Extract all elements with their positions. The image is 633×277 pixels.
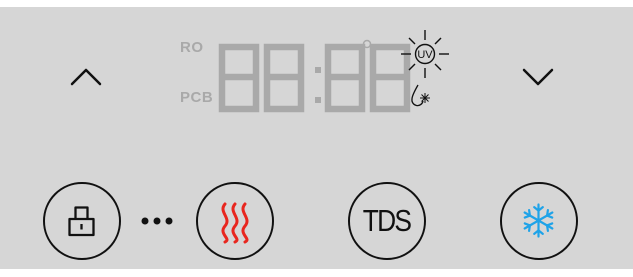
tds-button[interactable]: TDS	[348, 182, 426, 260]
child-lock-button[interactable]	[43, 182, 121, 260]
chevron-up-icon	[70, 68, 102, 86]
digit-1	[218, 43, 260, 113]
child-lock-icon	[68, 206, 95, 237]
down-button[interactable]	[518, 62, 558, 92]
digits: UV	[218, 30, 449, 113]
chevron-down-icon	[522, 68, 554, 86]
digit-4	[369, 43, 411, 113]
digit-3	[324, 43, 366, 113]
colon	[315, 67, 321, 103]
up-button[interactable]	[66, 62, 106, 92]
dots-separator	[141, 217, 173, 225]
digit-2	[263, 43, 305, 113]
svg-text:UV: UV	[417, 49, 433, 61]
snowflake-icon	[523, 203, 554, 238]
tds-label: TDS	[362, 203, 412, 238]
heat-button[interactable]	[196, 182, 274, 260]
water-drop-icon	[411, 84, 430, 107]
control-panel: RO PCB UV TDS	[0, 0, 633, 277]
cold-button[interactable]	[500, 182, 578, 260]
heat-waves-icon	[221, 202, 249, 244]
segment-display: RO PCB UV	[175, 27, 460, 127]
